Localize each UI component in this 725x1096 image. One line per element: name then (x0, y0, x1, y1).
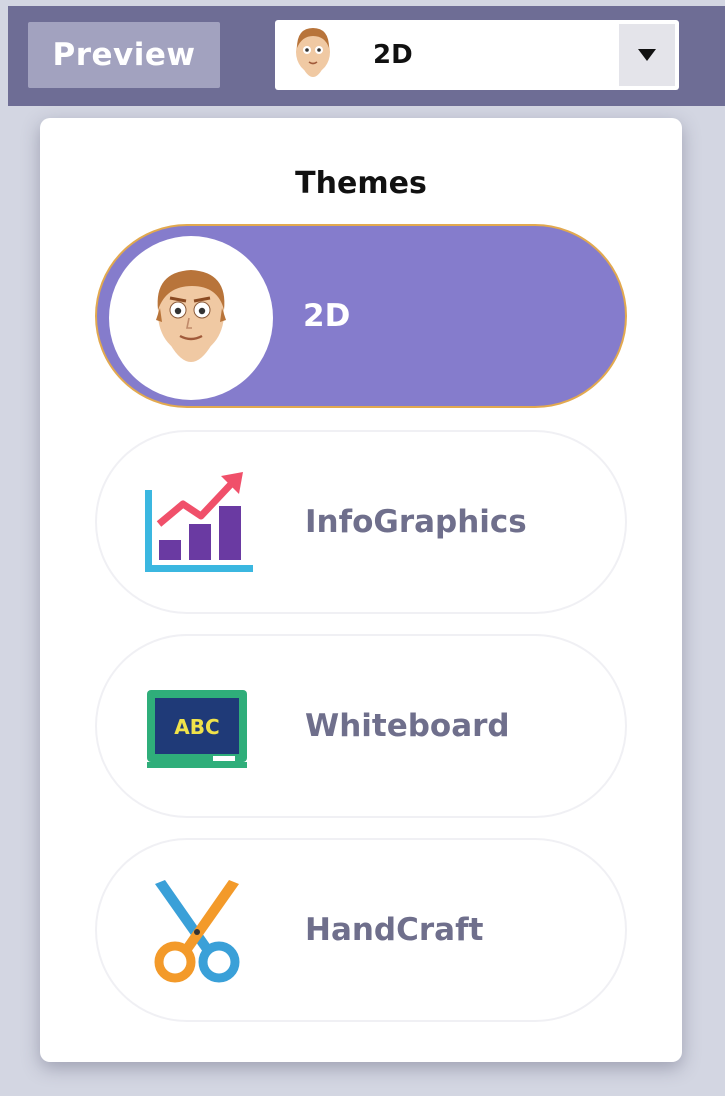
theme-item-infographics[interactable]: InfoGraphics (95, 430, 627, 614)
theme-item-label: HandCraft (305, 912, 484, 948)
scissors-icon (137, 872, 257, 992)
theme-item-2d[interactable]: 2D (95, 224, 627, 408)
theme-item-handcraft[interactable]: HandCraft (95, 838, 627, 1022)
cartoon-face-icon (109, 236, 273, 400)
cartoon-face-icon (283, 22, 343, 88)
chalkboard-icon: ABC (137, 668, 257, 788)
theme-item-label: Whiteboard (305, 708, 510, 744)
theme-select-dropdown[interactable]: 2D (275, 20, 679, 90)
theme-item-whiteboard[interactable]: ABC Whiteboard (95, 634, 627, 818)
theme-item-label: 2D (303, 298, 351, 334)
triangle-down-icon (638, 49, 656, 61)
selected-theme-label: 2D (373, 40, 413, 70)
dropdown-toggle[interactable] (619, 24, 675, 86)
panel-title: Themes (295, 166, 427, 201)
preview-button[interactable]: Preview (28, 22, 220, 88)
svg-text:ABC: ABC (174, 715, 219, 739)
theme-item-label: InfoGraphics (305, 504, 527, 540)
bar-chart-icon (137, 464, 257, 584)
themes-panel: Themes 2D InfoGraphics ABC Whiteboard Ha… (40, 118, 682, 1062)
